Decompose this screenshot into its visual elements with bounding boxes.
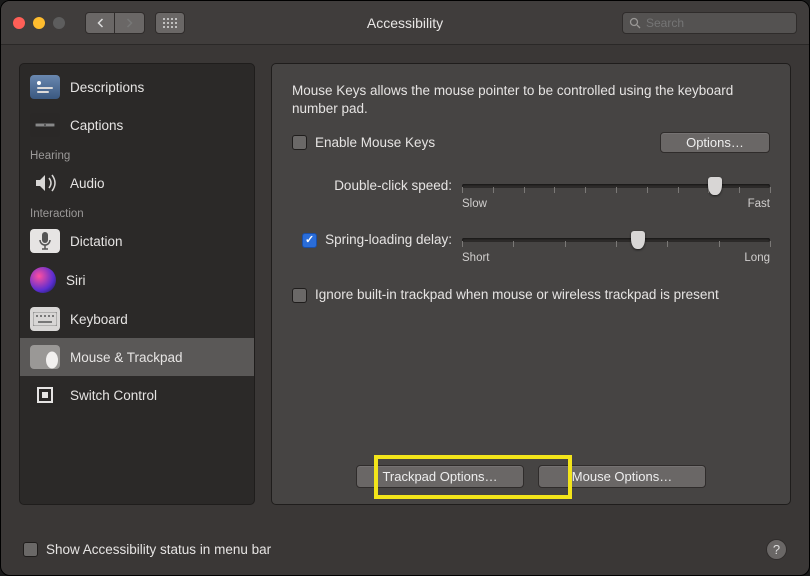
audio-icon xyxy=(30,171,60,195)
ignore-trackpad-checkbox[interactable] xyxy=(292,288,307,303)
nav-buttons xyxy=(85,12,145,34)
sidebar-item-dictation[interactable]: Dictation xyxy=(20,222,254,260)
keyboard-icon xyxy=(30,307,60,331)
sidebar-section-interaction: Interaction xyxy=(20,202,254,222)
spring-loading-row: Spring-loading delay: Short Long xyxy=(292,231,770,267)
sidebar-item-captions[interactable]: Captions xyxy=(20,106,254,144)
intro-text: Mouse Keys allows the mouse pointer to b… xyxy=(292,82,770,118)
accessibility-window: Accessibility Descriptions xyxy=(0,0,810,576)
enable-mouse-keys-checkbox[interactable] xyxy=(292,135,307,150)
titlebar: Accessibility xyxy=(1,1,809,45)
double-click-speed-label: Double-click speed: xyxy=(292,177,462,195)
spring-loading-slider[interactable] xyxy=(462,238,770,242)
enable-mouse-keys-label: Enable Mouse Keys xyxy=(315,134,435,152)
sidebar-item-label: Switch Control xyxy=(70,388,157,403)
back-button[interactable] xyxy=(85,12,115,34)
sidebar-item-label: Audio xyxy=(70,176,105,191)
mouse-trackpad-icon xyxy=(30,345,60,369)
mouse-options-button[interactable]: Mouse Options… xyxy=(538,465,706,488)
sidebar-section-hearing: Hearing xyxy=(20,144,254,164)
enable-mouse-keys-row: Enable Mouse Keys Options… xyxy=(292,132,770,153)
sidebar-item-label: Captions xyxy=(70,118,123,133)
sidebar-item-mouse-trackpad[interactable]: Mouse & Trackpad xyxy=(20,338,254,376)
search-icon xyxy=(629,17,641,29)
close-window-button[interactable] xyxy=(13,17,25,29)
double-click-speed-row: Double-click speed: Slow Fast xyxy=(292,177,770,213)
fast-label: Fast xyxy=(748,197,770,213)
mouse-keys-options-button[interactable]: Options… xyxy=(660,132,770,153)
slider-thumb[interactable] xyxy=(708,177,722,195)
content-area: Descriptions Captions Hearing Audio Inte… xyxy=(1,45,809,523)
bottom-buttons: Trackpad Options… Mouse Options… xyxy=(272,465,790,488)
siri-icon xyxy=(30,267,56,293)
spring-loading-label: Spring-loading delay: xyxy=(325,231,452,249)
show-all-button[interactable] xyxy=(155,12,185,34)
window-controls xyxy=(13,17,65,29)
sidebar-item-label: Siri xyxy=(66,273,86,288)
dictation-icon xyxy=(30,229,60,253)
minimize-window-button[interactable] xyxy=(33,17,45,29)
spring-loading-checkbox[interactable] xyxy=(302,233,317,248)
sidebar-item-label: Keyboard xyxy=(70,312,128,327)
slow-label: Slow xyxy=(462,197,487,213)
sidebar-item-switch-control[interactable]: Switch Control xyxy=(20,376,254,414)
search-input[interactable] xyxy=(646,16,790,30)
zoom-window-button[interactable] xyxy=(53,17,65,29)
long-label: Long xyxy=(744,251,770,267)
show-status-label: Show Accessibility status in menu bar xyxy=(46,542,271,557)
switch-control-icon xyxy=(30,383,60,407)
grid-icon xyxy=(163,18,177,28)
slider-thumb[interactable] xyxy=(631,231,645,249)
sidebar-item-label: Dictation xyxy=(70,234,123,249)
sidebar-item-keyboard[interactable]: Keyboard xyxy=(20,300,254,338)
sidebar-item-label: Descriptions xyxy=(70,80,144,95)
search-field[interactable] xyxy=(622,12,797,34)
show-status-checkbox[interactable] xyxy=(23,542,38,557)
sidebar-item-siri[interactable]: Siri xyxy=(20,260,254,300)
sidebar-item-audio[interactable]: Audio xyxy=(20,164,254,202)
short-label: Short xyxy=(462,251,490,267)
help-button[interactable]: ? xyxy=(766,539,787,560)
footer: Show Accessibility status in menu bar ? xyxy=(1,523,809,575)
double-click-speed-slider[interactable] xyxy=(462,184,770,188)
main-panel: Mouse Keys allows the mouse pointer to b… xyxy=(271,63,791,505)
forward-button[interactable] xyxy=(115,12,145,34)
trackpad-options-button[interactable]: Trackpad Options… xyxy=(356,465,524,488)
descriptions-icon xyxy=(30,75,60,99)
sidebar: Descriptions Captions Hearing Audio Inte… xyxy=(19,63,255,505)
ignore-trackpad-label: Ignore built-in trackpad when mouse or w… xyxy=(315,286,719,304)
ignore-trackpad-row: Ignore built-in trackpad when mouse or w… xyxy=(292,286,770,304)
sidebar-item-label: Mouse & Trackpad xyxy=(70,350,183,365)
captions-icon xyxy=(30,113,60,137)
sidebar-item-descriptions[interactable]: Descriptions xyxy=(20,68,254,106)
